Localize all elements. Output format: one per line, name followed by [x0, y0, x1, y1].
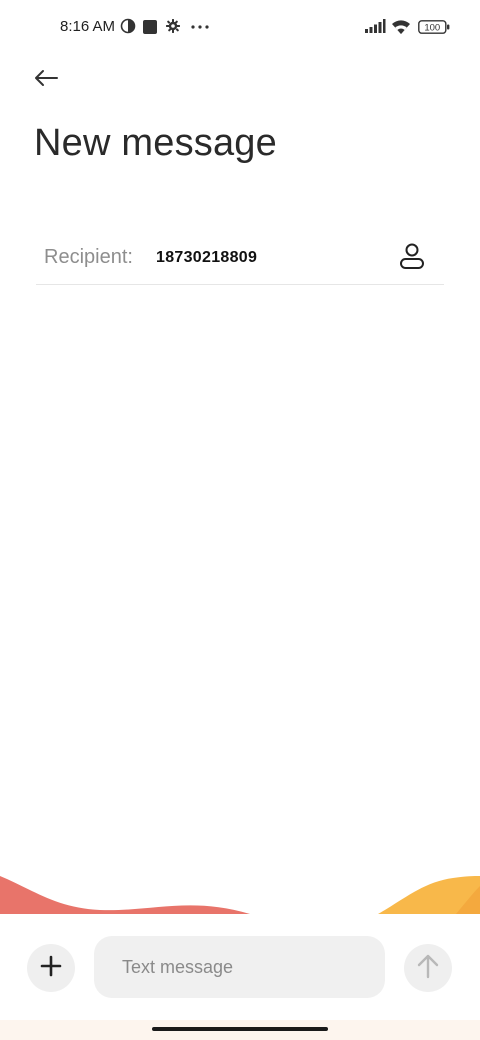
arrow-left-icon	[32, 68, 60, 93]
navigation-bar	[0, 1020, 480, 1040]
select-contact-button[interactable]	[392, 238, 432, 278]
message-composer	[0, 914, 480, 1020]
plus-icon	[40, 955, 62, 982]
arrow-up-icon	[416, 953, 440, 984]
decorative-wave-right	[378, 876, 480, 914]
gear-icon	[165, 18, 181, 39]
message-input[interactable]	[94, 936, 385, 998]
recipient-row[interactable]: Recipient: 18730218809	[36, 236, 444, 285]
send-button[interactable]	[404, 944, 452, 992]
vpn-icon	[120, 18, 136, 39]
status-bar: 8:16 AM 100	[0, 0, 480, 56]
page-title: New message	[34, 122, 277, 164]
wifi-icon	[390, 18, 412, 41]
recipient-label: Recipient:	[44, 246, 133, 268]
signal-icon	[364, 18, 386, 39]
decorative-wave-left	[0, 876, 250, 914]
back-button[interactable]	[28, 62, 64, 98]
contact-person-icon	[399, 242, 425, 275]
status-time: 8:16 AM	[60, 18, 116, 35]
recipient-number[interactable]: 18730218809	[156, 249, 257, 267]
home-indicator[interactable]	[152, 1027, 328, 1031]
battery-level: 100	[424, 22, 440, 33]
add-attachment-button[interactable]	[27, 944, 75, 992]
square-notification-icon	[143, 20, 157, 34]
more-dots-icon	[190, 14, 210, 35]
battery-icon: 100	[418, 20, 450, 39]
